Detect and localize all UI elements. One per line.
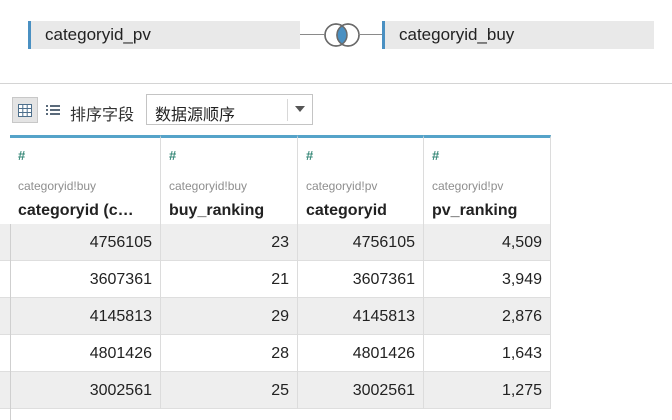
column-name: buy_ranking — [169, 202, 265, 219]
table-cell[interactable]: 3607361 — [10, 261, 161, 298]
number-type-icon[interactable]: # — [306, 148, 313, 163]
table-cell[interactable]: 4801426 — [298, 335, 424, 372]
number-type-icon[interactable]: # — [18, 148, 25, 163]
join-connector-left — [300, 34, 324, 35]
dropdown-divider — [287, 99, 288, 121]
left-source-table[interactable]: categoryid_pv — [28, 21, 300, 49]
table-cell[interactable]: 4145813 — [298, 298, 424, 335]
column-name: pv_ranking — [432, 202, 518, 219]
join-bar: categoryid_pv categoryid_buy — [0, 0, 672, 84]
table-cell[interactable]: 21 — [161, 261, 298, 298]
table-cell[interactable]: 4756105 — [10, 224, 161, 261]
table-row[interactable]: 4145813 29 4145813 2,876 — [0, 298, 551, 335]
grid-view-icon — [18, 103, 32, 117]
join-connector-right — [358, 34, 382, 35]
table-cell[interactable]: 4145813 — [10, 298, 161, 335]
table-cell[interactable]: 3607361 — [298, 261, 424, 298]
number-type-icon[interactable]: # — [169, 148, 176, 163]
grid-toolbar: 排序字段 数据源顺序 — [0, 85, 672, 135]
column-source: categoryid!pv — [432, 179, 504, 193]
right-source-table[interactable]: categoryid_buy — [382, 21, 654, 49]
grid-header: # categoryid!buy categoryid (c… # catego… — [0, 135, 551, 224]
table-row[interactable]: 4801426 28 4801426 1,643 — [0, 335, 551, 372]
table-cell[interactable]: 25 — [161, 372, 298, 409]
sort-field-dropdown[interactable]: 数据源顺序 — [146, 94, 313, 125]
column-header[interactable]: # categoryid!pv categoryid — [298, 135, 424, 224]
data-grid: # categoryid!buy categoryid (c… # catego… — [0, 135, 672, 420]
column-source: categoryid!buy — [169, 179, 248, 193]
column-source: categoryid!pv — [306, 179, 378, 193]
list-view-button[interactable] — [40, 97, 66, 123]
column-name: categoryid — [306, 202, 387, 219]
table-cell[interactable]: 3002561 — [10, 372, 161, 409]
chevron-down-icon — [295, 106, 305, 112]
column-header[interactable]: # categoryid!buy buy_ranking — [161, 135, 298, 224]
number-type-icon[interactable]: # — [432, 148, 439, 163]
column-header[interactable]: # categoryid!buy categoryid (c… — [10, 135, 161, 224]
table-cell[interactable]: 3,949 — [424, 261, 551, 298]
column-name: categoryid (c… — [18, 202, 134, 219]
table-cell[interactable]: 28 — [161, 335, 298, 372]
table-row[interactable]: 3607361 21 3607361 3,949 — [0, 261, 551, 298]
sort-field-value: 数据源顺序 — [155, 107, 236, 124]
table-cell[interactable]: 23 — [161, 224, 298, 261]
table-cell[interactable]: 2,876 — [424, 298, 551, 335]
table-cell[interactable]: 29 — [161, 298, 298, 335]
list-view-icon — [46, 105, 60, 115]
inner-join-venn-icon[interactable] — [322, 22, 362, 48]
grid-view-button[interactable] — [12, 97, 38, 123]
column-source: categoryid!buy — [18, 179, 97, 193]
sort-field-label: 排序字段 — [70, 107, 135, 124]
table-row[interactable]: 4756105 23 4756105 4,509 — [0, 224, 551, 261]
row-gutter-divider — [10, 224, 11, 420]
data-source-page: categoryid_pv categoryid_buy 排序字段 数据源顺序 … — [0, 0, 672, 420]
table-cell[interactable]: 1,643 — [424, 335, 551, 372]
table-cell[interactable]: 4756105 — [298, 224, 424, 261]
table-row[interactable]: 3002561 25 3002561 1,275 — [0, 372, 551, 409]
column-header[interactable]: # categoryid!pv pv_ranking — [424, 135, 551, 224]
table-cell[interactable]: 3002561 — [298, 372, 424, 409]
table-cell[interactable]: 4801426 — [10, 335, 161, 372]
table-cell[interactable]: 1,275 — [424, 372, 551, 409]
table-cell[interactable]: 4,509 — [424, 224, 551, 261]
